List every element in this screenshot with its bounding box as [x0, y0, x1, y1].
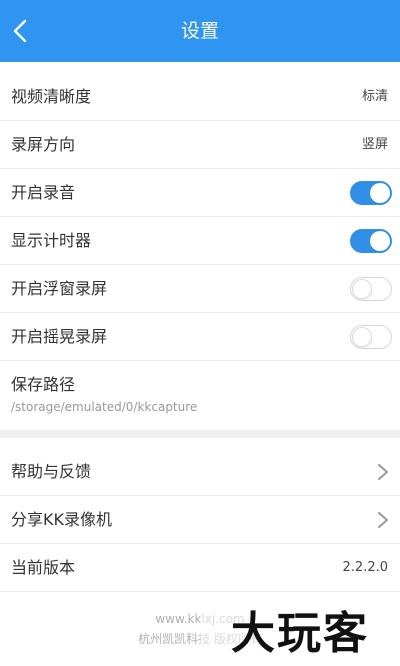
- menu-item-version: 当前版本 2.2.2.0: [0, 544, 400, 592]
- setting-value: 标清: [361, 89, 388, 104]
- setting-row-record-audio: 开启录音: [0, 169, 400, 217]
- setting-label: 录屏方向: [11, 135, 76, 154]
- section-divider: [0, 430, 400, 438]
- setting-row-save-path[interactable]: 保存路径 /storage/emulated/0/kkcapture: [0, 361, 400, 429]
- menu-label: 帮助与反馈: [11, 462, 92, 481]
- menu-item-share[interactable]: 分享KK录像机: [0, 496, 400, 544]
- page-title: 设置: [180, 20, 219, 42]
- save-path-value: /storage/emulated/0/kkcapture: [11, 400, 198, 414]
- setting-label: 视频清晰度: [11, 87, 92, 106]
- chevron-right-icon: [378, 464, 388, 480]
- version-value: 2.2.2.0: [342, 560, 388, 575]
- toggle-knob: [370, 183, 390, 203]
- setting-row-video-quality[interactable]: 视频清晰度 标清: [0, 73, 400, 121]
- toggle-knob: [352, 279, 372, 299]
- show-timer-toggle[interactable]: [350, 229, 392, 253]
- chevron-right-icon: [378, 512, 388, 528]
- watermark: 大玩客: [200, 604, 400, 664]
- toggle-knob: [370, 231, 390, 251]
- menu-label: 当前版本: [11, 558, 76, 577]
- setting-label: 开启摇晃录屏: [11, 327, 108, 346]
- shake-record-toggle[interactable]: [350, 325, 392, 349]
- menu-label: 分享KK录像机: [11, 510, 112, 529]
- setting-value: 竖屏: [361, 137, 388, 152]
- toggle-knob: [352, 327, 372, 347]
- setting-label: 开启录音: [11, 183, 76, 202]
- menu-item-help[interactable]: 帮助与反馈: [0, 448, 400, 496]
- record-audio-toggle[interactable]: [350, 181, 392, 205]
- setting-label: 保存路径: [11, 375, 76, 394]
- floating-window-toggle[interactable]: [350, 277, 392, 301]
- setting-row-floating-window: 开启浮窗录屏: [0, 265, 400, 313]
- setting-row-orientation[interactable]: 录屏方向 竖屏: [0, 121, 400, 169]
- setting-label: 显示计时器: [11, 231, 92, 250]
- app-header: 设置: [0, 0, 400, 62]
- setting-label: 开启浮窗录屏: [11, 279, 108, 298]
- setting-row-show-timer: 显示计时器: [0, 217, 400, 265]
- setting-row-shake-record: 开启摇晃录屏: [0, 313, 400, 361]
